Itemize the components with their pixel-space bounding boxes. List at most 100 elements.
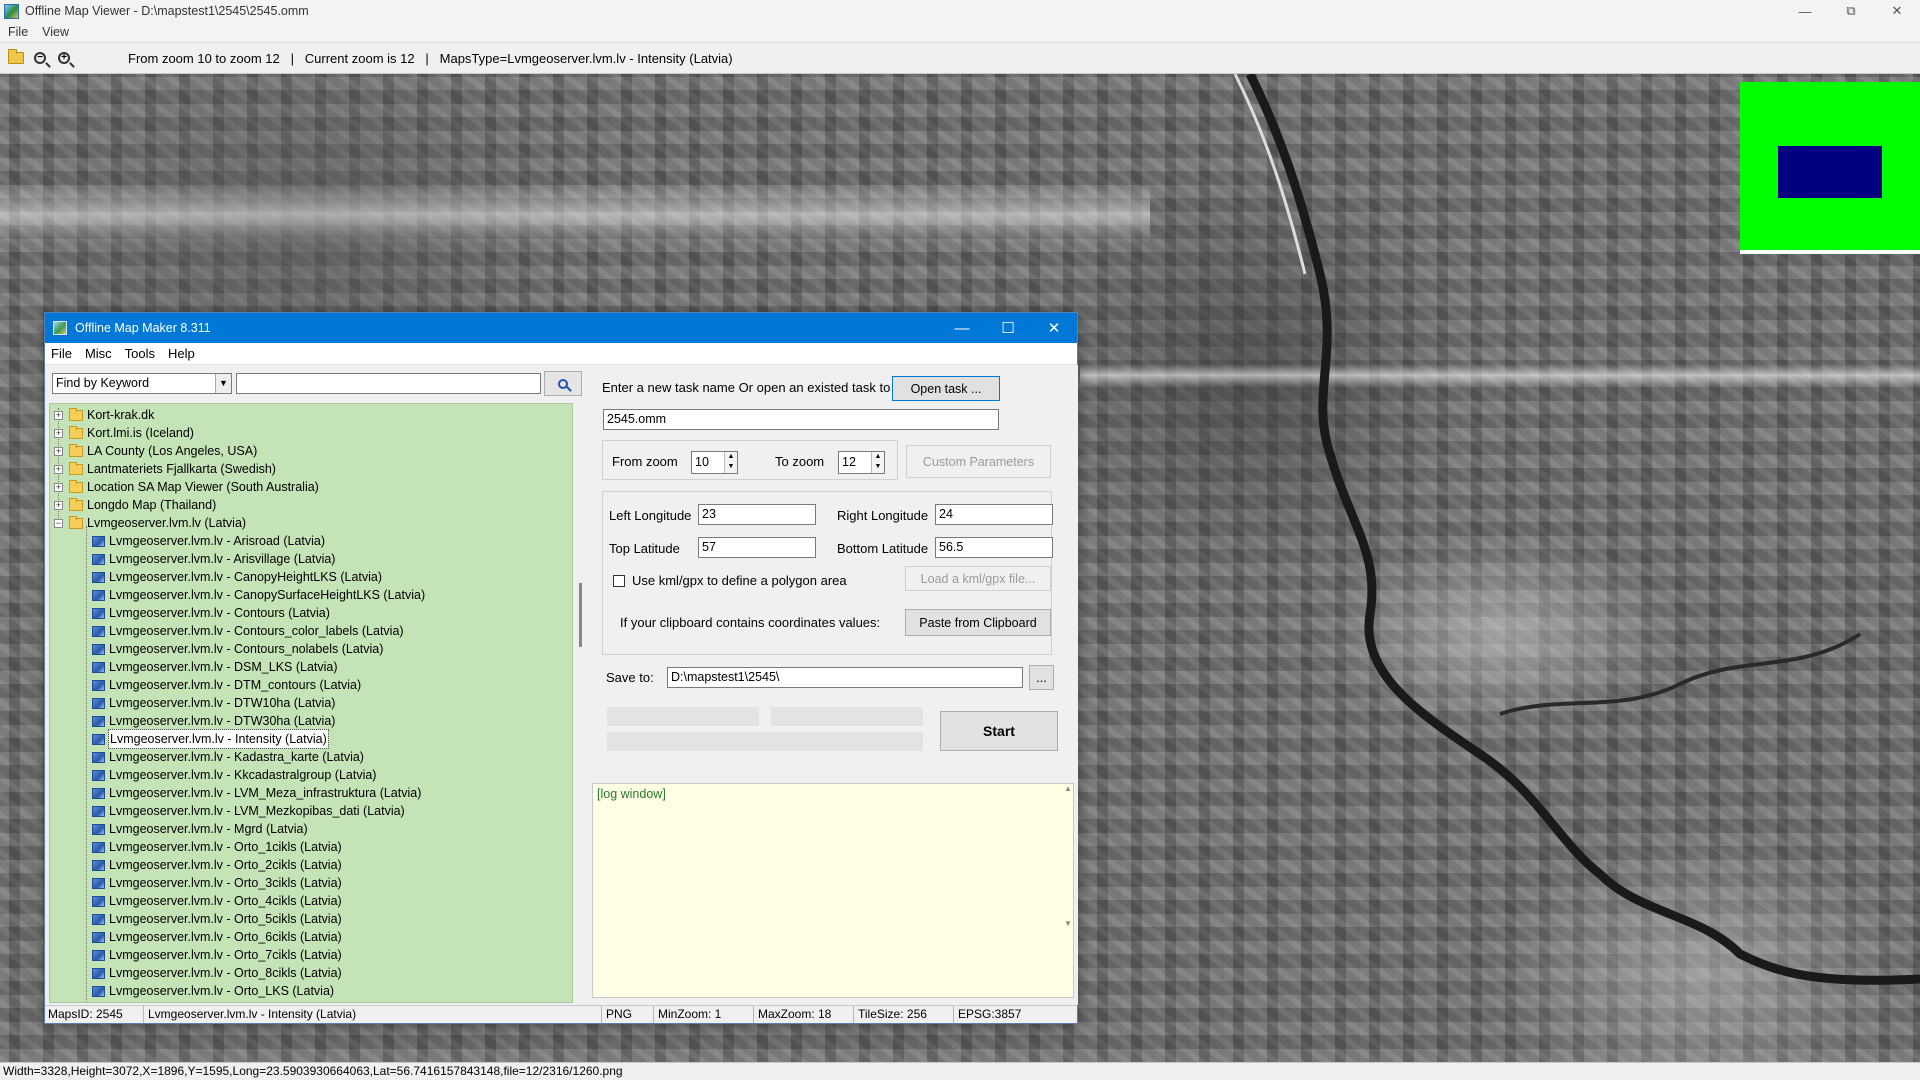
dialog-maximize-icon[interactable]: ☐ bbox=[985, 313, 1031, 343]
tree-map-item[interactable]: Lvmgeoserver.lvm.lv - Orto_4cikls (Latvi… bbox=[92, 892, 342, 910]
dialog-titlebar[interactable]: Offline Map Maker 8.311 — ☐ ✕ bbox=[45, 313, 1077, 343]
dialog-menu-file[interactable]: File bbox=[51, 346, 72, 361]
tree-folder-row[interactable]: + Kort.lmi.is (Iceland) bbox=[54, 424, 194, 442]
tree-item-label: Lvmgeoserver.lvm.lv - Contours (Latvia) bbox=[109, 606, 330, 620]
to-zoom-stepper[interactable]: 12 ▲ ▼ bbox=[838, 451, 885, 474]
minimize-icon[interactable]: — bbox=[1782, 0, 1828, 22]
tree-map-item[interactable]: Lvmgeoserver.lvm.lv - Orto_3cikls (Latvi… bbox=[92, 874, 342, 892]
map-layer-icon bbox=[92, 643, 105, 655]
format-status: PNG bbox=[606, 1007, 633, 1021]
right-longitude-input[interactable]: 24 bbox=[935, 504, 1053, 525]
find-mode-select[interactable]: Find by Keyword ▼ bbox=[52, 373, 232, 394]
tree-scrollbar[interactable] bbox=[577, 403, 587, 1003]
maps-id-status: MapsID: 2545 bbox=[48, 1007, 123, 1021]
paste-from-clipboard-button[interactable]: Paste from Clipboard bbox=[905, 609, 1051, 636]
custom-parameters-button[interactable]: Custom Parameters bbox=[906, 445, 1051, 478]
map-type-tree[interactable]: + Kort-krak.dk + Kort.lmi.is (Iceland) + LA C… bbox=[49, 403, 573, 1003]
tree-folder-row-open[interactable]: − Lvmgeoserver.lvm.lv (Latvia) bbox=[54, 514, 246, 532]
stepper-arrows-icon[interactable]: ▲ ▼ bbox=[724, 452, 737, 473]
kml-polygon-checkbox[interactable] bbox=[613, 575, 625, 587]
tree-map-item[interactable]: Lvmgeoserver.lvm.lv - Intensity (Latvia) bbox=[92, 729, 329, 749]
expand-plus-icon[interactable]: + bbox=[54, 464, 63, 474]
tree-map-item[interactable]: Lvmgeoserver.lvm.lv - Orto_6cikls (Latvi… bbox=[92, 928, 342, 946]
tree-map-item[interactable]: Lvmgeoserver.lvm.lv - Arisroad (Latvia) bbox=[92, 532, 325, 550]
bottom-latitude-label: Bottom Latitude bbox=[837, 541, 929, 556]
log-window[interactable]: [log window] ▲ ▼ bbox=[592, 783, 1074, 998]
dialog-close-icon[interactable]: ✕ bbox=[1031, 313, 1077, 343]
collapse-minus-icon[interactable]: − bbox=[54, 518, 63, 528]
tree-map-item[interactable]: Lvmgeoserver.lvm.lv - CanopyHeightLKS (L… bbox=[92, 568, 382, 586]
zoom-out-icon[interactable]: − bbox=[30, 48, 50, 68]
tree-map-item[interactable]: Lvmgeoserver.lvm.lv - Arisvillage (Latvi… bbox=[92, 550, 335, 568]
left-longitude-input[interactable]: 23 bbox=[698, 504, 816, 525]
viewer-toolbar: − + From zoom 10 to zoom 12 | Current zo… bbox=[0, 42, 1920, 74]
dialog-menu-help[interactable]: Help bbox=[168, 346, 195, 361]
tree-map-item[interactable]: Lvmgeoserver.lvm.lv - Orto_1cikls (Latvi… bbox=[92, 838, 342, 856]
minimap[interactable] bbox=[1740, 82, 1920, 254]
tree-folder-row[interactable]: + Location SA Map Viewer (South Australia… bbox=[54, 478, 319, 496]
load-kml-button[interactable]: Load a kml/gpx file... bbox=[905, 566, 1051, 591]
tree-folder-row[interactable]: + LA County (Los Angeles, USA) bbox=[54, 442, 257, 460]
menu-file[interactable]: File bbox=[8, 25, 28, 39]
browse-button[interactable]: ... bbox=[1029, 665, 1054, 690]
tree-folder-row[interactable]: + Lantmateriets Fjallkarta (Swedish) bbox=[54, 460, 276, 478]
tree-map-item[interactable]: Lvmgeoserver.lvm.lv - Contours (Latvia) bbox=[92, 604, 330, 622]
expand-plus-icon[interactable]: + bbox=[54, 500, 63, 510]
tree-map-item[interactable]: Lvmgeoserver.lvm.lv - DTM_contours (Latv… bbox=[92, 676, 361, 694]
tree-map-item[interactable]: Lvmgeoserver.lvm.lv - CanopySurfaceHeigh… bbox=[92, 586, 425, 604]
tree-map-item[interactable]: Lvmgeoserver.lvm.lv - LVM_Mezkopibas_dat… bbox=[92, 802, 405, 820]
expand-plus-icon[interactable]: + bbox=[54, 428, 63, 438]
open-folder-icon[interactable] bbox=[6, 48, 26, 68]
tree-map-item[interactable]: Lvmgeoserver.lvm.lv - Orto_LKS (Latvia) bbox=[92, 982, 334, 1000]
dialog-menu-tools[interactable]: Tools bbox=[125, 346, 155, 361]
zoom-in-icon[interactable]: + bbox=[54, 48, 74, 68]
search-button[interactable] bbox=[544, 371, 582, 396]
stepper-arrows-icon[interactable]: ▲ ▼ bbox=[871, 452, 884, 473]
open-task-button[interactable]: Open task ... bbox=[892, 376, 1000, 401]
tree-connector bbox=[86, 526, 87, 1002]
tree-folder-row[interactable]: + Kort-krak.dk bbox=[54, 406, 154, 424]
task-name-input[interactable]: 2545.omm bbox=[603, 409, 999, 430]
tile-size-status: TileSize: 256 bbox=[858, 1007, 927, 1021]
expand-plus-icon[interactable]: + bbox=[54, 482, 63, 492]
tree-item-label: Lvmgeoserver.lvm.lv - Arisvillage (Latvi… bbox=[109, 552, 336, 566]
tree-map-item[interactable]: Lvmgeoserver.lvm.lv - Contours_nolabels … bbox=[92, 640, 383, 658]
close-icon[interactable]: ✕ bbox=[1874, 0, 1920, 22]
tree-map-item[interactable]: Lvmgeoserver.lvm.lv - Orto_7cikls (Latvi… bbox=[92, 946, 342, 964]
log-scrollbar[interactable]: ▲ ▼ bbox=[1063, 784, 1073, 997]
expand-plus-icon[interactable]: + bbox=[54, 446, 63, 456]
tree-map-item[interactable]: Lvmgeoserver.lvm.lv - Kadastra_karte (La… bbox=[92, 748, 364, 766]
tree-map-item[interactable]: Lvmgeoserver.lvm.lv - Kkcadastralgroup (… bbox=[92, 766, 376, 784]
tree-map-item[interactable]: Lvmgeoserver.lvm.lv - Orto_2cikls (Latvi… bbox=[92, 856, 342, 874]
tree-map-item[interactable]: Lvmgeoserver.lvm.lv - DTW30ha (Latvia) bbox=[92, 712, 335, 730]
save-to-input[interactable]: D:\mapstest1\2545\ bbox=[667, 667, 1023, 688]
map-layer-icon bbox=[92, 733, 105, 745]
dialog-minimize-icon[interactable]: — bbox=[939, 313, 985, 343]
tree-map-item[interactable]: Lvmgeoserver.lvm.lv - LVM_Meza_infrastru… bbox=[92, 784, 421, 802]
from-zoom-stepper[interactable]: 10 ▲ ▼ bbox=[691, 451, 738, 474]
tree-map-item[interactable]: Lvmgeoserver.lvm.lv - Orto_8cikls (Latvi… bbox=[92, 964, 342, 982]
dialog-menu-misc[interactable]: Misc bbox=[85, 346, 112, 361]
tree-folder-label: Lvmgeoserver.lvm.lv (Latvia) bbox=[87, 516, 247, 530]
expand-plus-icon[interactable]: + bbox=[54, 410, 63, 420]
tree-map-item[interactable]: Lvmgeoserver.lvm.lv - Mgrd (Latvia) bbox=[92, 820, 308, 838]
tree-scroll-thumb[interactable] bbox=[579, 583, 582, 647]
top-latitude-input[interactable]: 57 bbox=[698, 537, 816, 558]
tree-map-item[interactable]: Lvmgeoserver.lvm.lv - Orto_5cikls (Latvi… bbox=[92, 910, 342, 928]
tree-folder-row[interactable]: + Longdo Map (Thailand) bbox=[54, 496, 216, 514]
tree-item-label: Lvmgeoserver.lvm.lv - Arisroad (Latvia) bbox=[109, 534, 326, 548]
search-input[interactable] bbox=[236, 373, 541, 394]
folder-icon bbox=[69, 407, 83, 421]
tree-map-item[interactable]: Lvmgeoserver.lvm.lv - DTW10ha (Latvia) bbox=[92, 694, 335, 712]
start-button[interactable]: Start bbox=[940, 711, 1058, 751]
bottom-latitude-input[interactable]: 56.5 bbox=[935, 537, 1053, 558]
restore-icon[interactable]: ⧉ bbox=[1828, 0, 1874, 22]
epsg-status: EPSG:3857 bbox=[958, 1007, 1022, 1021]
tree-map-item[interactable]: Lvmgeoserver.lvm.lv - Contours_color_lab… bbox=[92, 622, 404, 640]
map-layer-icon bbox=[92, 751, 105, 763]
menu-view[interactable]: View bbox=[42, 25, 69, 39]
chevron-down-icon[interactable]: ▼ bbox=[215, 374, 231, 393]
tree-map-item[interactable]: Lvmgeoserver.lvm.lv - DSM_LKS (Latvia) bbox=[92, 658, 338, 676]
minimap-viewport[interactable] bbox=[1778, 146, 1882, 198]
map-layer-icon bbox=[92, 625, 105, 637]
